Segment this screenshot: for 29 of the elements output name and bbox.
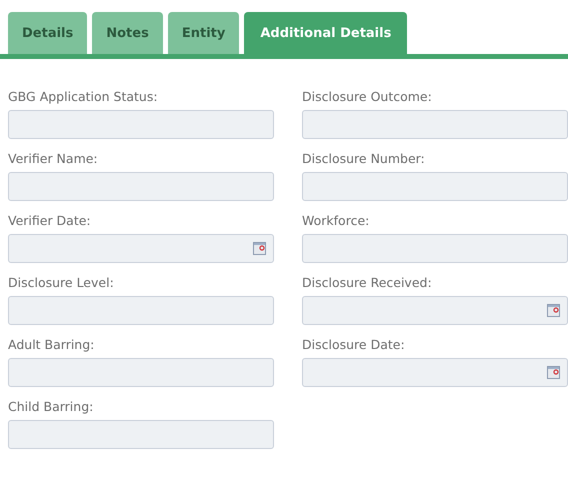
- tab[interactable]: Notes: [92, 12, 163, 54]
- field-label: Disclosure Date:: [302, 337, 406, 354]
- calendar-icon[interactable]: [547, 304, 560, 317]
- input-field[interactable]: [302, 110, 568, 139]
- input-field[interactable]: [302, 234, 568, 263]
- field-label: GBG Application Status:: [8, 89, 159, 106]
- field-label: Workforce:: [302, 213, 370, 230]
- field-label: Disclosure Level:: [8, 275, 115, 292]
- tab[interactable]: Details: [8, 12, 88, 54]
- calendar-icon[interactable]: [253, 242, 266, 255]
- field-label: Child Barring:: [8, 399, 94, 416]
- input-field[interactable]: [8, 110, 274, 139]
- tab[interactable]: Additional Details: [244, 12, 408, 54]
- field-label: Disclosure Outcome:: [302, 89, 433, 106]
- date-field[interactable]: [8, 234, 274, 263]
- input-field[interactable]: [302, 172, 568, 201]
- calendar-icon[interactable]: [547, 366, 560, 379]
- date-field[interactable]: [302, 358, 568, 387]
- input-field[interactable]: [8, 172, 274, 201]
- input-field[interactable]: [8, 296, 274, 325]
- input-field[interactable]: [8, 420, 274, 449]
- field-label: Verifier Name:: [8, 151, 99, 168]
- field-label: Disclosure Received:: [302, 275, 433, 292]
- field-label: Verifier Date:: [8, 213, 92, 230]
- date-field[interactable]: [302, 296, 568, 325]
- tab[interactable]: Entity: [168, 12, 240, 54]
- input-field[interactable]: [8, 358, 274, 387]
- field-label: Disclosure Number:: [302, 151, 426, 168]
- field-label: Adult Barring:: [8, 337, 96, 354]
